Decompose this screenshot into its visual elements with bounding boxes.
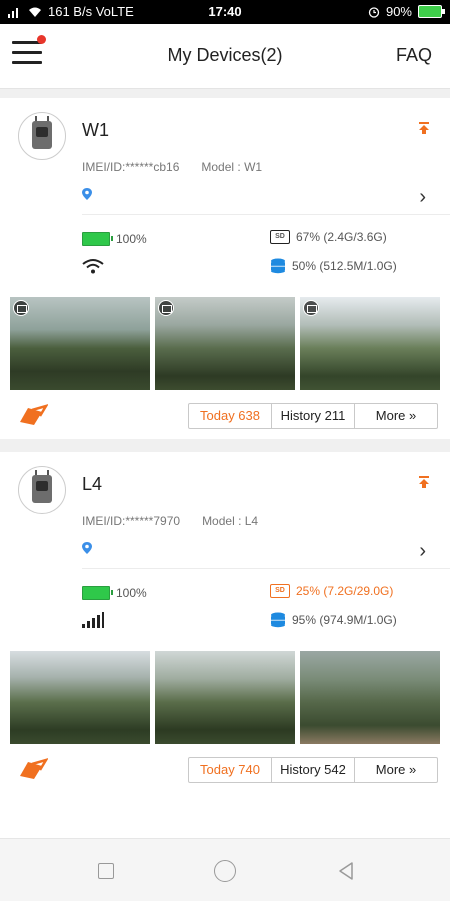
photo-tabs: Today 638 History 211 More » [188,403,438,429]
signal-stat [82,612,104,628]
device-avatar [18,112,66,160]
divider [82,214,450,215]
device-card[interactable]: L4 IMEI/ID:******7970 Model : L4 › 100% S… [0,452,450,838]
battery-value: 100% [116,232,147,246]
divider [82,568,450,569]
storage-value: 67% (2.4G/3.6G) [296,230,387,244]
pin-top-icon[interactable] [418,122,430,134]
share-icon[interactable] [18,404,48,426]
home-icon[interactable] [214,860,236,882]
wifi-icon [82,259,104,274]
battery-level-icon [82,586,113,600]
model-text: Model : W1 [201,160,263,174]
device-meta: IMEI/ID:******7970 Model : L4 [82,514,258,528]
battery-value: 100% [116,586,147,600]
device-card[interactable]: W1 IMEI/ID:******cb16 Model : W1 › 100% S… [0,98,450,439]
photo-thumbnail[interactable] [10,651,150,744]
thumbnail-strip [10,651,440,744]
device-meta: IMEI/ID:******cb16 Model : W1 [82,160,262,174]
battery-icon [418,5,445,18]
storage-stat: SD 25% (7.2G/29.0G) [270,584,393,598]
notification-dot [37,35,46,44]
chevron-right-icon[interactable]: › [419,186,426,209]
recent-apps-icon[interactable] [98,863,114,879]
photo-badge-icon [303,300,319,316]
photo-thumbnail[interactable] [155,651,295,744]
photo-badge-icon [158,300,174,316]
status-right: 90% [368,4,445,19]
photo-thumbnail[interactable] [155,297,295,390]
cloud-value: 95% (974.9M/1.0G) [292,613,397,627]
battery-level-icon [82,232,113,246]
photo-badge-icon [13,300,29,316]
device-avatar [18,466,66,514]
photo-thumbnail[interactable] [10,297,150,390]
location-icon[interactable] [82,188,92,200]
alarm-icon [368,6,380,18]
tab-more[interactable]: More » [355,758,437,782]
photo-thumbnail[interactable] [300,297,440,390]
device-name: L4 [82,474,103,494]
share-icon[interactable] [18,758,48,780]
tab-history[interactable]: History 542 [272,758,355,782]
tab-more[interactable]: More » [355,404,437,428]
cellular-signal-icon [82,612,104,628]
sd-card-icon: SD [270,584,290,598]
storage-value: 25% (7.2G/29.0G) [296,584,394,598]
system-nav-bar [0,838,450,901]
battery-stat: 100% [82,586,147,600]
model-text: Model : L4 [202,514,259,528]
photo-tabs: Today 740 History 542 More » [188,757,438,783]
chevron-right-icon[interactable]: › [419,540,426,563]
cloud-storage-icon [271,612,285,628]
cloud-stat: 95% (974.9M/1.0G) [270,612,397,628]
tab-history[interactable]: History 211 [272,404,355,428]
photo-thumbnail[interactable] [300,651,440,744]
location-icon[interactable] [82,542,92,554]
app-header: My Devices(2) FAQ [0,24,450,89]
imei-text: IMEI/ID:******7970 [82,514,181,528]
page-title: My Devices(2) [167,45,283,65]
status-bar: 161 B/s VoLTE 17:40 90% [0,0,450,24]
pin-top-icon[interactable] [418,476,430,488]
cloud-storage-icon [271,258,285,274]
back-icon[interactable] [335,860,357,882]
device-name: W1 [82,120,109,140]
battery-stat: 100% [82,232,147,246]
battery-percent: 90% [385,4,412,19]
cloud-stat: 50% (512.5M/1.0G) [270,258,397,274]
thumbnail-strip [10,297,440,390]
signal-stat [82,258,104,274]
cloud-value: 50% (512.5M/1.0G) [292,259,397,273]
tab-today[interactable]: Today 740 [189,758,272,782]
storage-stat: SD 67% (2.4G/3.6G) [270,230,387,244]
faq-button[interactable]: FAQ [396,45,432,66]
sd-card-icon: SD [270,230,290,244]
tab-today[interactable]: Today 638 [189,404,272,428]
imei-text: IMEI/ID:******cb16 [82,160,180,174]
